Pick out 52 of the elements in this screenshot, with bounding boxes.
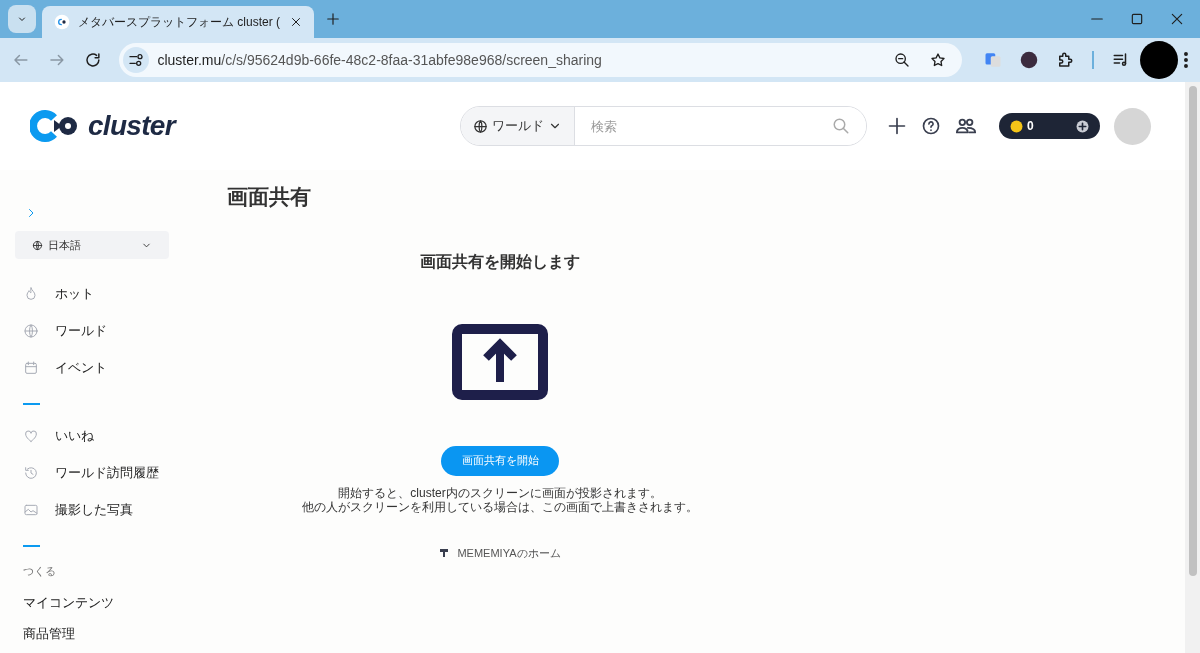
url-text: cluster.mu/c/s/95624d9b-66fe-48c2-8faa-31abfe98e968/screen_sharing — [157, 50, 603, 70]
site-favicon — [54, 14, 70, 30]
section-divider — [23, 545, 40, 547]
globe-icon — [23, 322, 39, 339]
sidebar-item[interactable]: マイコンテンツ — [23, 587, 200, 619]
section-heading: 画面共有を開始します — [420, 251, 580, 272]
note-text: 開始すると、cluster内のスクリーンに画面が投影されます。 — [338, 485, 662, 500]
note-text: 他の人がスクリーンを利用している場合は、この画面で上書きされます。 — [302, 499, 698, 514]
sidebar-item[interactable]: ワールド — [23, 312, 200, 349]
screen-upload-icon — [452, 323, 548, 400]
globe-icon — [32, 239, 43, 251]
sidebar-item[interactable]: ホット — [23, 275, 200, 312]
flame-icon — [23, 285, 39, 302]
maximize-icon[interactable] — [1130, 12, 1144, 26]
sidebar-item[interactable]: イベント — [23, 349, 200, 386]
bookmark-star-icon[interactable] — [930, 52, 947, 68]
help-icon[interactable] — [921, 116, 941, 136]
sidebar-item[interactable]: 撮影した写真 — [23, 491, 200, 528]
coin-count: 0 — [1027, 118, 1035, 135]
sidebar-item[interactable]: ワールド訪問履歴 — [23, 454, 200, 491]
coin-balance[interactable]: 0 — [999, 113, 1100, 139]
pin-icon — [439, 547, 450, 558]
extensions-puzzle-icon[interactable] — [1056, 51, 1075, 69]
site-settings-icon[interactable] — [123, 47, 150, 73]
section-heading: つくる — [23, 564, 57, 579]
profile-avatar[interactable] — [1140, 41, 1179, 79]
calendar-icon — [23, 359, 39, 376]
history-icon — [23, 464, 39, 481]
plus-icon[interactable] — [887, 116, 907, 136]
close-icon[interactable] — [1170, 12, 1184, 26]
logo-wordmark[interactable]: cluster — [88, 105, 175, 147]
sidebar-item[interactable]: 商品管理 — [23, 618, 200, 650]
more-menu-icon[interactable] — [1184, 52, 1188, 68]
extension-avatar-icon[interactable] — [1020, 51, 1039, 69]
address-bar[interactable]: cluster.mu/c/s/95624d9b-66fe-48c2-8faa-31abfe98e968/screen_sharing — [119, 43, 963, 77]
browser-tab[interactable]: メタバースプラットフォーム cluster ( — [42, 6, 314, 38]
language-selector[interactable]: 日本語 — [15, 231, 169, 259]
reload-icon[interactable] — [83, 51, 102, 69]
globe-icon — [473, 118, 488, 134]
coin-icon — [1010, 119, 1023, 133]
sidebar-item[interactable]: いいね — [23, 417, 200, 454]
close-icon[interactable] — [290, 16, 302, 28]
tab-title: メタバースプラットフォーム cluster ( — [78, 14, 281, 31]
section-divider — [23, 403, 40, 405]
add-coin-icon[interactable] — [1076, 119, 1089, 133]
zoom-out-icon[interactable] — [894, 52, 911, 68]
page-title: 画面共有 — [227, 184, 312, 210]
heart-icon — [23, 427, 39, 444]
search-scope-dropdown[interactable]: ワールド — [461, 107, 575, 145]
new-tab-icon[interactable] — [326, 12, 340, 26]
home-link[interactable]: MEMEMIYAのホーム — [439, 544, 561, 561]
translate-extension-icon[interactable] — [984, 51, 1003, 69]
